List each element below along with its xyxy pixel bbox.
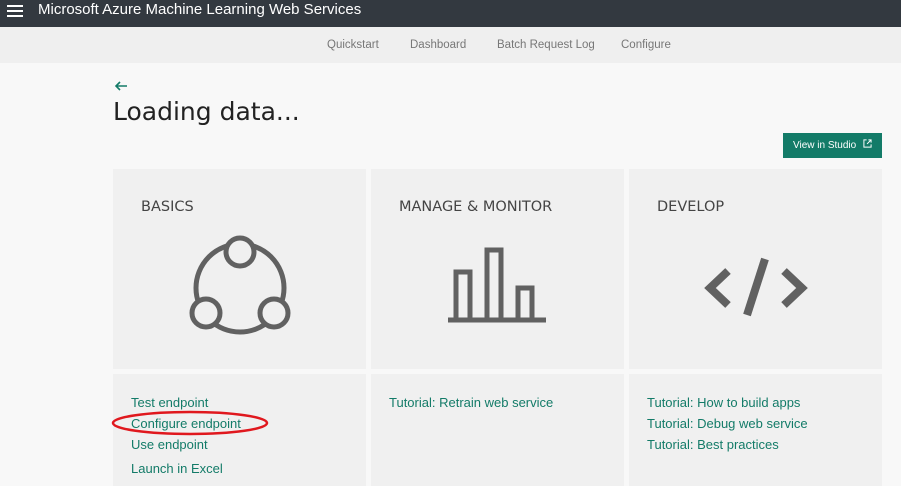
back-arrow-icon[interactable]: [113, 78, 129, 94]
link-tutorial-build-apps[interactable]: Tutorial: How to build apps: [647, 395, 800, 410]
card-title-manage-monitor: MANAGE & MONITOR: [399, 199, 553, 215]
app-title: Microsoft Azure Machine Learning Web Ser…: [38, 1, 362, 18]
nav-item-dashboard[interactable]: Dashboard: [410, 39, 466, 51]
nav-item-batch-request-log[interactable]: Batch Request Log: [497, 39, 595, 51]
card-develop: DEVELOP: [629, 169, 882, 369]
link-configure-endpoint[interactable]: Configure endpoint: [131, 416, 241, 431]
links-develop: Tutorial: How to build apps Tutorial: De…: [629, 374, 882, 486]
links-manage-monitor: Tutorial: Retrain web service: [371, 374, 624, 486]
links-basics: Test endpoint Configure endpoint Use end…: [113, 374, 366, 486]
card-manage-monitor: MANAGE & MONITOR: [371, 169, 624, 369]
link-tutorial-best-practices[interactable]: Tutorial: Best practices: [647, 437, 779, 452]
card-title-basics: BASICS: [141, 199, 194, 215]
card-title-develop: DEVELOP: [657, 199, 725, 215]
top-bar: Microsoft Azure Machine Learning Web Ser…: [0, 0, 901, 27]
hamburger-menu-icon[interactable]: [7, 4, 23, 18]
card-basics: BASICS: [113, 169, 366, 369]
code-brackets-icon: [704, 257, 808, 317]
page-title: Loading data...: [113, 97, 300, 126]
link-tutorial-debug[interactable]: Tutorial: Debug web service: [647, 416, 808, 431]
external-link-icon: [863, 139, 872, 148]
link-test-endpoint[interactable]: Test endpoint: [131, 395, 208, 410]
network-nodes-icon: [189, 235, 291, 335]
view-in-studio-label: View in Studio: [793, 140, 857, 151]
nav-item-configure[interactable]: Configure: [621, 39, 671, 51]
link-tutorial-retrain[interactable]: Tutorial: Retrain web service: [389, 395, 553, 410]
link-launch-in-excel[interactable]: Launch in Excel: [131, 461, 223, 476]
bar-chart-icon: [448, 247, 546, 323]
nav-item-quickstart[interactable]: Quickstart: [327, 39, 379, 51]
nav-bar: Quickstart Dashboard Batch Request Log C…: [0, 27, 901, 63]
link-use-endpoint[interactable]: Use endpoint: [131, 437, 208, 452]
view-in-studio-button[interactable]: View in Studio: [783, 133, 882, 158]
